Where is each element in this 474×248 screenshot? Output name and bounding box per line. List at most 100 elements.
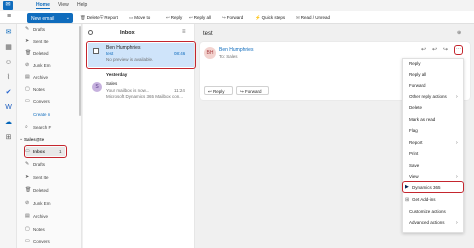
forward-card-label: Forward: [245, 88, 262, 94]
read-unread-button[interactable]: ✉Read / Unread: [296, 15, 330, 21]
folder-junk[interactable]: Junk Em: [33, 63, 51, 68]
section-yesterday: Yesterday: [106, 72, 128, 77]
filter-icon[interactable]: ≡: [182, 29, 186, 35]
folder-junk-2[interactable]: Junk Em: [33, 201, 51, 206]
folder-sent-2[interactable]: Sent Ite: [33, 175, 49, 180]
inbox-count: 1: [59, 149, 62, 154]
chevron-right-icon: ›: [456, 140, 458, 146]
chevron-right-icon: ›: [456, 174, 458, 180]
junk-icon: ⊘: [25, 62, 30, 68]
calendar-icon[interactable]: ▦: [4, 43, 13, 52]
folder-conversation[interactable]: Convers: [33, 99, 50, 104]
reading-to: To: Sales: [219, 54, 238, 59]
reply-icon[interactable]: ↩: [421, 46, 426, 53]
menu-item-advanced[interactable]: Advanced actions: [409, 220, 445, 225]
folder-scrollbar[interactable]: [79, 26, 81, 116]
folder-conversation-2[interactable]: Convers: [33, 239, 50, 244]
menu-item-mark-read[interactable]: Mark as read: [409, 117, 435, 122]
forward-label: Forward: [226, 15, 244, 20]
reply-all-icon[interactable]: ↩: [432, 46, 437, 53]
folder-drafts-2[interactable]: Drafts: [33, 162, 45, 167]
mail-icon[interactable]: ✉: [4, 28, 13, 37]
word-icon[interactable]: W: [4, 103, 13, 112]
chevron-right-icon: ›: [456, 94, 458, 100]
menu-item-forward[interactable]: Forward: [409, 83, 426, 88]
folder-move-icon: ▭: [129, 15, 134, 20]
group-mailbox[interactable]: Sales@te: [24, 137, 44, 142]
folder-archive[interactable]: Archive: [33, 75, 48, 80]
chevron-down-icon[interactable]: ⌄: [19, 136, 23, 142]
junk-icon: ⊘: [25, 200, 30, 206]
drafts-icon: ✎: [25, 161, 30, 167]
menu-item-other-reply[interactable]: Other reply actions: [409, 94, 447, 99]
archive-icon: ▤: [25, 74, 30, 80]
menu-item-delete[interactable]: Delete: [409, 105, 422, 110]
menu-item-dynamics-365[interactable]: Dynamics 365: [412, 185, 441, 190]
menu-item-reply[interactable]: Reply: [409, 61, 421, 66]
message-checkbox-icon[interactable]: [93, 48, 99, 54]
tab-home[interactable]: Home: [36, 2, 50, 9]
onedrive-icon[interactable]: ☁: [4, 118, 13, 127]
folder-notes-2[interactable]: Notes: [33, 227, 45, 232]
app-launcher-icon[interactable]: ✉: [3, 1, 13, 10]
tab-view[interactable]: View: [58, 2, 69, 8]
reply-button[interactable]: ↩Reply: [166, 15, 182, 21]
conversation-icon: ▭: [25, 98, 30, 104]
folder-archive-2[interactable]: Archive: [33, 214, 48, 219]
message-subject: test: [106, 51, 114, 56]
menu-item-report[interactable]: Report: [409, 140, 423, 145]
chevron-down-icon: ⌄: [65, 15, 70, 21]
more-actions-button[interactable]: ⋯: [454, 45, 463, 55]
folder-inbox[interactable]: Inbox: [33, 149, 45, 154]
folder-search[interactable]: Search F: [33, 125, 51, 130]
folder-drafts[interactable]: Drafts: [33, 27, 45, 32]
menu-item-print[interactable]: Print: [409, 151, 418, 156]
message-preview-2: Microsoft Dynamics 365 Mailbox con...: [106, 94, 184, 99]
send-icon: ➤: [25, 38, 30, 44]
move-to-button[interactable]: ▭Move to: [129, 15, 150, 21]
menu-toggle-icon[interactable]: ≡: [7, 13, 11, 20]
menu-item-get-add-ins[interactable]: Get Add-ins: [412, 197, 436, 202]
folder-notes[interactable]: Notes: [33, 87, 45, 92]
quick-steps-button[interactable]: ⚡Quick steps: [255, 15, 285, 21]
trash-icon: 🗑: [80, 15, 86, 20]
reply-label: Reply: [170, 15, 183, 20]
message-time: 08:46: [174, 51, 186, 56]
delete-button[interactable]: 🗑Delete: [80, 15, 100, 21]
zoom-icon[interactable]: ⊕: [457, 30, 461, 36]
forward-icon[interactable]: ↪: [443, 46, 448, 53]
quick-steps-label: Quick steps: [261, 15, 286, 20]
dynamics-icon: ▶: [405, 184, 409, 190]
reply-card-button[interactable]: ↩ Reply: [204, 86, 233, 95]
reply-icon: ↩: [166, 15, 170, 20]
people-icon[interactable]: ☺: [4, 58, 13, 67]
menu-item-view[interactable]: View: [409, 174, 419, 179]
read-unread-label: Read / Unread: [300, 15, 331, 20]
folder-deleted-2[interactable]: Deleted: [33, 188, 49, 193]
forward-button[interactable]: ↪Forward: [222, 15, 243, 21]
forward-card-button[interactable]: ↪ Forward: [236, 86, 269, 95]
tab-help[interactable]: Help: [77, 2, 87, 8]
sender-avatar: BH: [204, 47, 216, 59]
create-new-folder-link[interactable]: Create n: [33, 112, 50, 117]
paperclip-icon[interactable]: ⌇: [4, 73, 13, 82]
folder-sent[interactable]: Sent Ite: [33, 39, 49, 44]
trash-icon: 🗑: [25, 187, 32, 193]
menu-item-flag[interactable]: Flag: [409, 128, 418, 133]
reply-all-button[interactable]: ↩Reply all: [189, 15, 211, 21]
drafts-icon: ✎: [25, 26, 30, 32]
menu-item-save[interactable]: Save: [409, 163, 419, 168]
move-to-label: Move to: [134, 15, 151, 20]
new-email-button[interactable]: New email ⌄: [27, 13, 73, 23]
folder-deleted[interactable]: Deleted: [33, 51, 49, 56]
apps-icon[interactable]: ⊞: [4, 133, 13, 142]
title-bar: [0, 0, 474, 11]
todo-icon[interactable]: ✔: [4, 88, 13, 97]
reply-all-icon: ↩: [189, 15, 193, 20]
chevron-right-icon: ›: [456, 220, 458, 226]
menu-item-reply-all[interactable]: Reply all: [409, 72, 426, 77]
menu-item-customize[interactable]: Customize actions: [409, 209, 446, 214]
delete-label: Delete: [86, 15, 100, 20]
checkbox-icon[interactable]: [88, 30, 93, 35]
report-button[interactable]: ⛨Report: [100, 15, 118, 20]
